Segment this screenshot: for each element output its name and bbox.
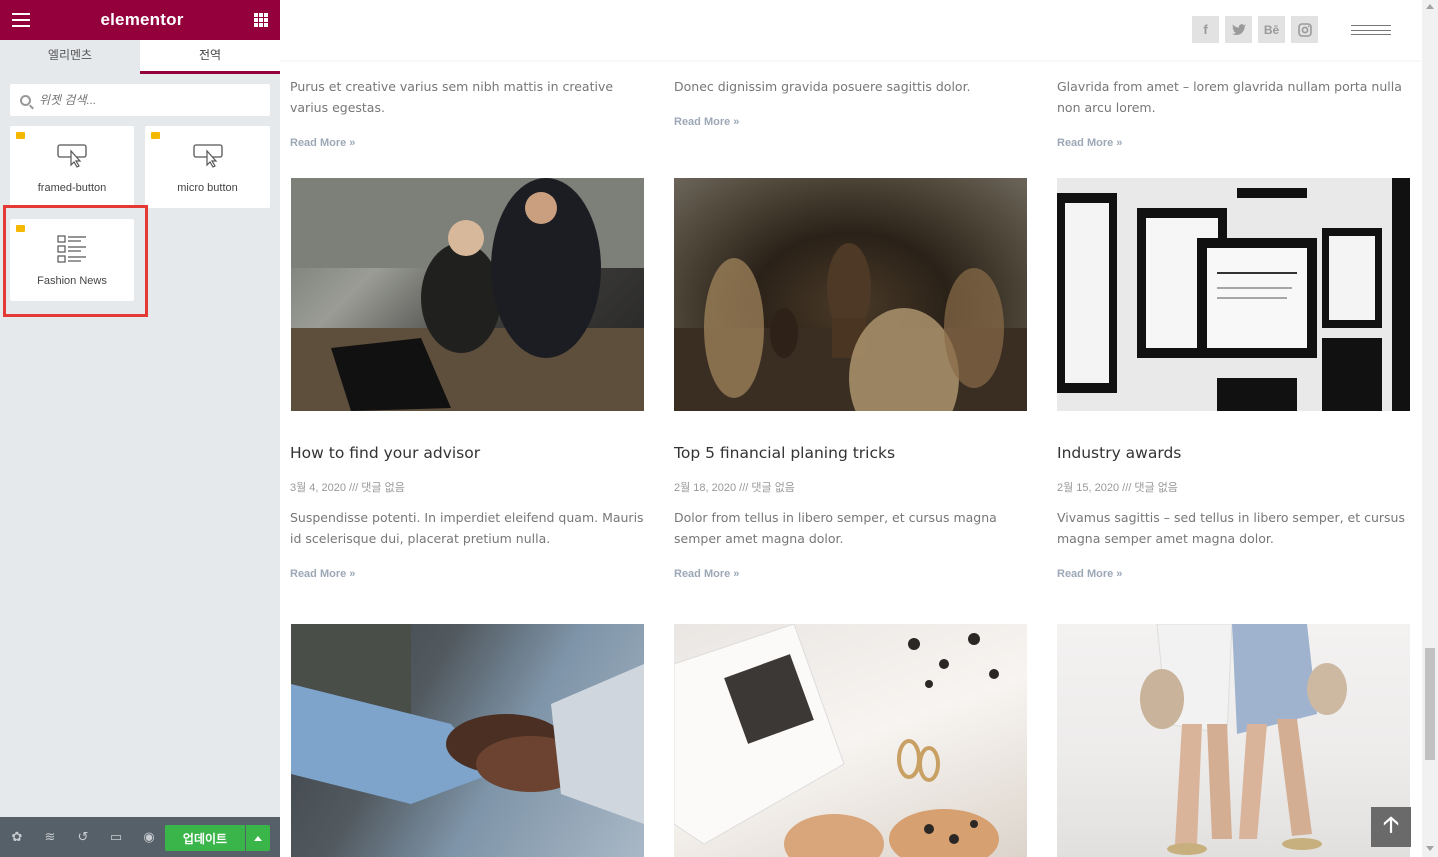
post-image[interactable] [291,178,644,411]
cursor-button-icon [192,144,223,168]
folder-icon [16,132,25,139]
highlight-box [3,205,148,317]
read-more-link[interactable]: Read More » [674,568,739,580]
post-excerpt: Purus et creative varius sem nibh mattis… [290,79,614,115]
navigator-icon[interactable]: ≋ [41,828,59,846]
elementor-panel: elementor 엘리멘츠 전역 framed-button micro bu… [0,0,280,857]
widget-framed-button[interactable]: framed-button [10,126,134,208]
elementor-logo: elementor [100,10,184,29]
post-meta: 3월 4, 2020 /// 댓글 없음 [290,482,405,494]
tab-global[interactable]: 전역 [140,40,280,74]
post-excerpt: Donec dignissim gravida posuere sagittis… [674,79,971,94]
post-meta: 2월 18, 2020 /// 댓글 없음 [674,482,795,494]
widget-label: micro button [177,182,238,194]
post-image[interactable] [1057,178,1410,411]
vertical-scrollbar[interactable] [1422,0,1438,857]
cursor-button-icon [57,144,87,168]
post-image[interactable] [674,624,1027,857]
post-image[interactable] [674,178,1027,411]
read-more-link[interactable]: Read More » [674,116,739,128]
widget-label: framed-button [37,182,107,194]
post-excerpt: Dolor from tellus in libero semper, et c… [674,510,997,546]
panel-header: elementor [0,0,280,40]
read-more-link[interactable]: Read More » [290,568,355,580]
history-icon[interactable]: ↺ [74,828,92,846]
folder-icon [151,132,160,139]
post-title[interactable]: Top 5 financial planing tricks [674,444,895,462]
preview-icon[interactable]: ◉ [140,828,158,846]
panel-tabs: 엘리멘츠 전역 [0,40,280,74]
widget-search-input[interactable] [39,93,239,107]
instagram-icon[interactable] [1291,16,1318,43]
update-button[interactable]: 업데이트 [165,825,245,851]
post-excerpt: Suspendisse potenti. In imperdiet eleife… [290,510,644,546]
twitter-icon[interactable] [1225,16,1252,43]
settings-icon[interactable]: ✿ [8,828,26,846]
post-image[interactable] [1057,624,1410,857]
read-more-link[interactable]: Read More » [1057,137,1122,149]
update-options-caret-icon[interactable] [246,825,270,851]
scroll-up-arrow-icon[interactable] [1426,4,1434,9]
site-header: f Bē [280,0,1422,60]
menu-toggle-icon[interactable] [1351,25,1391,35]
widget-search-box[interactable] [10,84,270,116]
read-more-link[interactable]: Read More » [1057,568,1122,580]
search-icon [20,94,31,106]
read-more-link[interactable]: Read More » [290,137,355,149]
post-meta: 2월 15, 2020 /// 댓글 없음 [1057,482,1178,494]
widget-micro-button[interactable]: micro button [145,126,270,208]
scrollbar-thumb[interactable] [1425,648,1435,760]
behance-icon[interactable]: Bē [1258,16,1285,43]
post-excerpt: Vivamus sagittis – sed tellus in libero … [1057,510,1405,546]
tab-elements[interactable]: 엘리멘츠 [0,40,140,74]
responsive-icon[interactable]: ▭ [107,828,125,846]
hamburger-menu-icon[interactable] [12,13,30,27]
site-preview: f Bē Purus et creative varius sem nibh m… [280,0,1422,857]
panel-footer: ✿ ≋ ↺ ▭ ◉ 업데이트 [0,817,280,857]
post-title[interactable]: Industry awards [1057,444,1181,462]
back-to-top-icon[interactable]: 🡡 [1371,807,1411,847]
scroll-down-arrow-icon[interactable] [1426,846,1434,851]
widgets-grid-icon[interactable] [254,13,268,27]
post-image[interactable] [291,624,644,857]
facebook-icon[interactable]: f [1192,16,1219,43]
post-excerpt: Glavrida from amet – lorem glavrida null… [1057,79,1402,115]
post-title[interactable]: How to find your advisor [290,444,480,462]
